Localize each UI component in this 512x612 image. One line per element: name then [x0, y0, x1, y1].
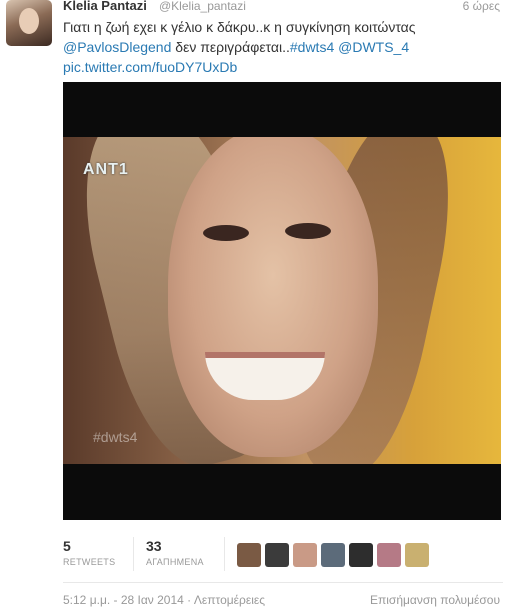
media-photo[interactable]: ANT1 #dwts4: [63, 82, 501, 520]
author-name[interactable]: Klelia Pantazi: [63, 0, 147, 13]
footer-separator: ·: [183, 593, 194, 607]
favorites-count[interactable]: 33: [146, 538, 162, 554]
hashtag-link[interactable]: #dwts4: [290, 39, 334, 55]
mention-link[interactable]: @PavlosDlegend: [63, 39, 171, 55]
channel-logo: ANT1: [83, 161, 129, 178]
flag-media-link[interactable]: Επισήμανση πολυμέσου: [370, 593, 500, 607]
stats-divider: [133, 537, 134, 571]
tweet-text-mid: δεν περιγράφεται..: [171, 39, 290, 55]
favoriter-avatar[interactable]: [237, 543, 261, 567]
pic-link[interactable]: pic.twitter.com/fuoDY7UxDb: [63, 59, 237, 75]
tweet-text-line1: Γιατι η ζωή εχει κ γέλιο κ δάκρυ..κ η συ…: [63, 19, 416, 35]
favoriter-avatar[interactable]: [405, 543, 429, 567]
favoriter-avatar[interactable]: [349, 543, 373, 567]
favorites-label[interactable]: ΑΓΑΠΗΜΕΝΑ: [146, 557, 204, 567]
tweet-timestamp[interactable]: 6 ώρες: [463, 0, 500, 13]
details-link[interactable]: Λεπτομέρειες: [194, 593, 265, 607]
photo-frame: ANT1 #dwts4: [63, 137, 501, 464]
favoriter-avatar[interactable]: [293, 543, 317, 567]
retweets-label[interactable]: RETWEETS: [63, 557, 115, 567]
tweet-full-timestamp[interactable]: 5:12 μ.μ. - 28 Ιαν 2014: [63, 593, 184, 607]
favoriter-avatar[interactable]: [377, 543, 401, 567]
footer-divider: [63, 582, 503, 583]
favoriter-avatars: [237, 543, 429, 567]
tweet-text: Γιατι η ζωή εχει κ γέλιο κ δάκρυ..κ η συ…: [63, 17, 503, 77]
favoriter-avatar[interactable]: [321, 543, 345, 567]
author-handle[interactable]: @Klelia_pantazi: [159, 0, 246, 13]
favoriter-avatar[interactable]: [265, 543, 289, 567]
retweets-count[interactable]: 5: [63, 538, 71, 554]
mention2-link[interactable]: @DWTS_4: [338, 39, 409, 55]
avatar[interactable]: [6, 0, 52, 46]
stats-divider-2: [224, 537, 225, 571]
tweet-footer: 5:12 μ.μ. - 28 Ιαν 2014 · Λεπτομέρειες: [63, 593, 265, 607]
hashtag-watermark: #dwts4: [93, 429, 138, 445]
